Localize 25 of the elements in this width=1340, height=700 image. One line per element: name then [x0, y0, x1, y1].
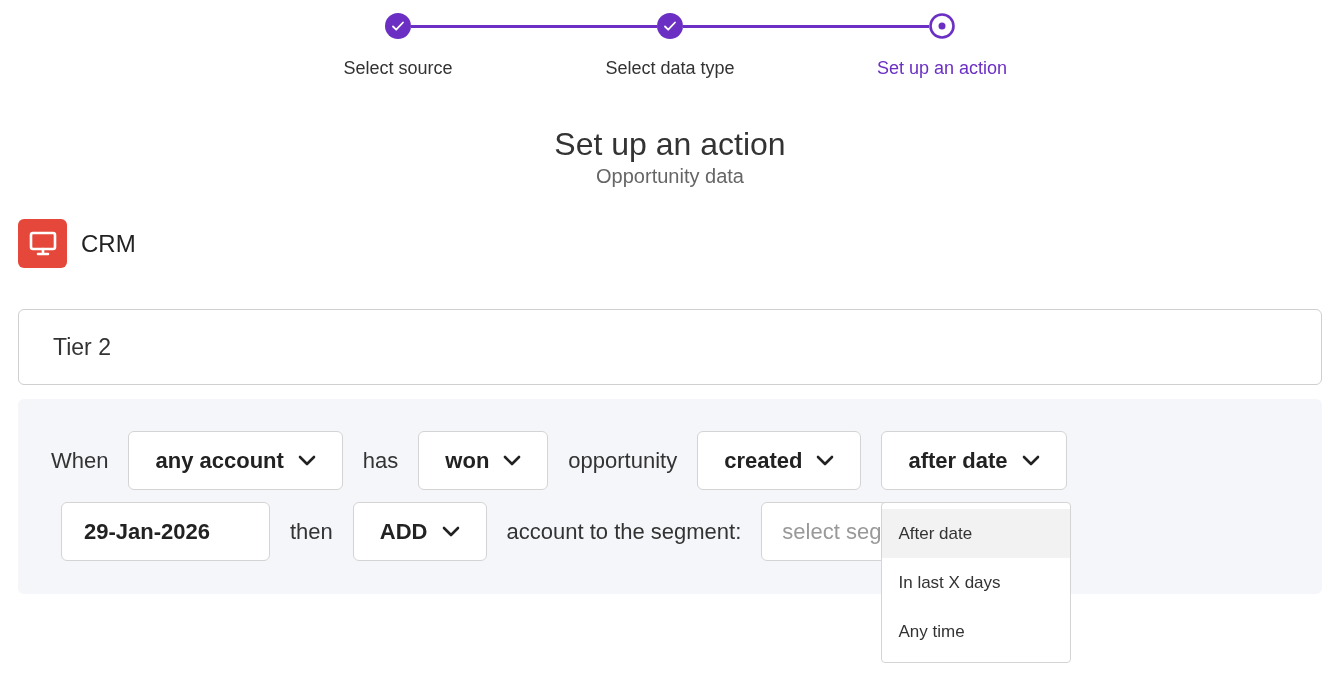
rule-text: has: [362, 447, 399, 475]
chevron-down-icon: [1021, 454, 1040, 467]
rule-text: account to the segment:: [506, 518, 742, 546]
menu-option[interactable]: After date: [882, 509, 1071, 558]
page-title: Set up an action: [554, 125, 786, 164]
page-subtitle: Opportunity data: [596, 164, 744, 188]
step-label[interactable]: Set up an action: [876, 55, 1008, 82]
rule-text: When: [51, 447, 109, 475]
chevron-down-icon: [503, 454, 522, 467]
monitor-icon: [18, 219, 67, 268]
chevron-down-icon: [816, 454, 835, 467]
segment-name-field[interactable]: Tier 2: [18, 309, 1322, 385]
source-name: CRM: [81, 228, 136, 259]
rule-text: opportunity: [568, 447, 678, 475]
step-label[interactable]: Select data type: [605, 55, 735, 82]
step-label[interactable]: Select source: [343, 55, 453, 82]
date-field[interactable]: 29-Jan-2026: [61, 502, 270, 561]
dropdown[interactable]: after date: [881, 431, 1067, 490]
dropdown[interactable]: ADD: [352, 502, 487, 561]
dropdown[interactable]: any account: [128, 431, 343, 490]
dropdown[interactable]: won: [418, 431, 549, 490]
rule-text: then: [290, 518, 333, 546]
chevron-down-icon: [441, 525, 460, 538]
dropdown[interactable]: created: [697, 431, 862, 490]
chevron-down-icon: [297, 454, 316, 467]
